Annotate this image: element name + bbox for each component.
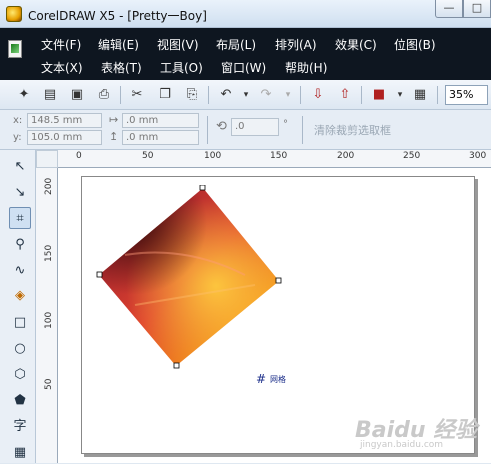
ruler-tick-label: 250 <box>403 151 421 161</box>
ruler-tick-label: 200 <box>337 151 355 161</box>
freehand-tool-icon[interactable]: ∿ <box>9 260 31 282</box>
welcome-screen-icon[interactable]: ▦ <box>410 85 430 105</box>
rectangle-tool-icon[interactable]: □ <box>9 312 31 334</box>
toolbar-separator <box>437 86 438 104</box>
cut-icon[interactable]: ✂ <box>127 85 147 105</box>
y-position-field[interactable]: 105.0 mm <box>27 130 102 145</box>
ruler-tick-label: 50 <box>142 151 154 161</box>
toolbar-separator <box>208 86 209 104</box>
height-icon: ↥ <box>109 130 119 143</box>
grid-label: 网格 <box>270 375 286 384</box>
rotation-field[interactable]: .0 <box>231 118 279 136</box>
menu-window[interactable]: 窗口(W) <box>221 59 266 76</box>
ruler-tick-label: 100 <box>204 151 222 161</box>
smart-fill-tool-icon[interactable]: ◈ <box>9 285 31 307</box>
redo-icon[interactable]: ↷ <box>256 85 276 105</box>
propbar-separator <box>207 116 208 144</box>
ruler-tick-label: 50 <box>44 378 54 390</box>
height-field[interactable]: .0 mm <box>122 130 199 145</box>
rotation-icon: ⟲ <box>216 119 227 134</box>
ruler-tick-label: 100 <box>44 311 54 329</box>
baidu-watermark-url: jingyan.baidu.com <box>360 440 444 450</box>
crop-handle[interactable] <box>173 362 180 369</box>
menu-arrange[interactable]: 排列(A) <box>275 36 317 53</box>
ruler-tick-label: 0 <box>76 151 82 161</box>
print-icon[interactable]: ⎙ <box>94 85 114 105</box>
maximize-button[interactable]: □ <box>463 0 491 18</box>
ruler-tick-label: 150 <box>270 151 288 161</box>
crop-handle[interactable] <box>96 271 103 278</box>
redo-dropdown-icon[interactable]: ▾ <box>278 85 298 105</box>
grid-icon: # <box>256 372 267 386</box>
clear-crop-marquee-button[interactable]: 清除裁剪选取框 <box>314 122 391 138</box>
save-icon[interactable]: ▣ <box>67 85 87 105</box>
menu-file[interactable]: 文件(F) <box>41 36 81 53</box>
zoom-level-combo[interactable]: 35% <box>445 85 488 105</box>
undo-icon[interactable]: ↶ <box>216 85 236 105</box>
ruler-tick-label: 200 <box>44 177 54 195</box>
table-tool-icon[interactable]: ▦ <box>9 442 31 464</box>
menu-effects[interactable]: 效果(C) <box>335 36 377 53</box>
y-position-label: y: <box>13 132 22 143</box>
window-title: CorelDRAW X5 - [Pretty一Boy] <box>28 9 207 23</box>
ruler-tick-label: 300 <box>469 151 487 161</box>
toolbar-separator <box>361 86 362 104</box>
text-tool[interactable]: 字 <box>9 416 31 438</box>
x-position-label: x: <box>13 115 23 126</box>
application-launcher-icon[interactable]: ■ <box>369 85 389 105</box>
polygon-tool-icon[interactable]: ⬡ <box>9 364 31 386</box>
coreldraw-app-icon <box>6 6 22 22</box>
copy-icon[interactable]: ❐ <box>155 85 175 105</box>
width-icon: ↦ <box>109 113 119 126</box>
zoom-tool-icon[interactable]: ⚲ <box>9 234 31 256</box>
paste-icon[interactable]: ⎘ <box>182 85 202 105</box>
flower-shadow <box>99 188 279 366</box>
cropped-flower-image[interactable] <box>95 185 285 370</box>
ellipse-tool-icon[interactable]: ○ <box>9 338 31 360</box>
width-field[interactable]: .0 mm <box>122 113 199 128</box>
open-folder-icon[interactable]: ▤ <box>40 85 60 105</box>
document-icon[interactable] <box>8 40 22 58</box>
menu-bitmaps[interactable]: 位图(B) <box>394 36 436 53</box>
toolbar-separator <box>300 86 301 104</box>
menu-layout[interactable]: 布局(L) <box>216 36 256 53</box>
menu-help[interactable]: 帮助(H) <box>285 59 327 76</box>
menu-tools[interactable]: 工具(O) <box>160 59 203 76</box>
menu-view[interactable]: 视图(V) <box>157 36 199 53</box>
basic-shapes-tool-icon[interactable]: ⬟ <box>9 390 31 412</box>
minimize-button[interactable]: — <box>435 0 463 18</box>
degree-label: ° <box>283 119 288 130</box>
toolbar-separator <box>120 86 121 104</box>
shape-tool-icon[interactable]: ↘ <box>9 182 31 204</box>
crop-tool-icon[interactable]: ⌗ <box>9 207 31 229</box>
crop-handle[interactable] <box>199 185 206 191</box>
ruler-origin-corner[interactable] <box>36 150 58 168</box>
launcher-dropdown-icon[interactable]: ▾ <box>390 85 410 105</box>
propbar-separator <box>302 116 303 144</box>
ruler-tick-label: 150 <box>44 244 54 262</box>
export-icon[interactable]: ⇧ <box>335 85 355 105</box>
menu-edit[interactable]: 编辑(E) <box>98 36 139 53</box>
import-icon[interactable]: ⇩ <box>308 85 328 105</box>
menu-table[interactable]: 表格(T) <box>101 59 142 76</box>
menu-text[interactable]: 文本(X) <box>41 59 83 76</box>
undo-dropdown-icon[interactable]: ▾ <box>236 85 256 105</box>
crop-handle[interactable] <box>275 277 282 284</box>
x-position-field[interactable]: 148.5 mm <box>27 113 102 128</box>
pick-tool-icon[interactable]: ↖ <box>9 156 31 178</box>
new-document-icon[interactable]: ✦ <box>14 85 34 105</box>
